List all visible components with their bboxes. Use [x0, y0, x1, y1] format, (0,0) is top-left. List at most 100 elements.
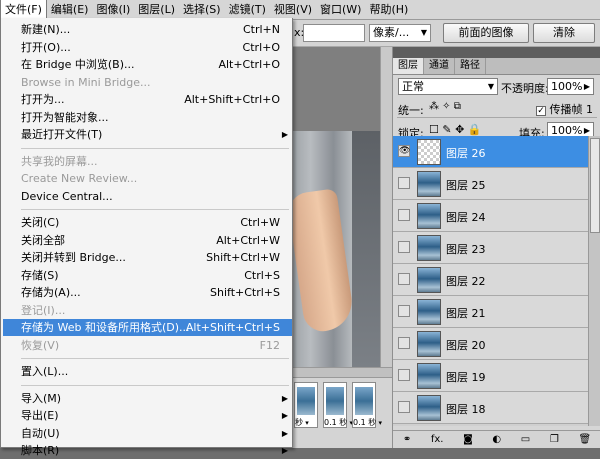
layer-name[interactable]: 图层 26 — [446, 145, 486, 161]
eye-icon[interactable] — [398, 241, 410, 253]
file-menu-item[interactable]: 关闭并转到 Bridge... Shift+Ctrl+W — [3, 249, 292, 266]
animation-frame[interactable]: 0.1 秒 — [352, 382, 376, 428]
layer-thumbnail — [417, 267, 441, 293]
canvas-scrollbar[interactable] — [380, 47, 392, 367]
layer-name[interactable]: 图层 25 — [446, 177, 486, 193]
layer-name[interactable]: 图层 18 — [446, 401, 486, 417]
menu-0[interactable]: 文件(F) — [0, 0, 47, 20]
file-menu-item[interactable]: Device Central... — [3, 188, 292, 205]
trash-icon[interactable]: 🗑 — [578, 434, 591, 445]
frame-delay[interactable]: 0.1 秒 — [353, 417, 382, 428]
layer-name[interactable]: 图层 23 — [446, 241, 486, 257]
clear-button[interactable]: 清除 — [533, 23, 595, 43]
adjustment-icon[interactable]: ◐ — [492, 434, 501, 445]
lock-icons[interactable]: ☐ ✎ ✥ 🔒 — [429, 123, 481, 136]
canvas-photo — [292, 131, 384, 367]
file-menu-item[interactable]: 置入(L)... — [3, 363, 292, 380]
value-field[interactable] — [303, 24, 365, 42]
layer-name[interactable]: 图层 22 — [446, 273, 486, 289]
unit-select[interactable]: 像素/... ▼ — [369, 24, 431, 42]
file-menu-item[interactable]: 打开为智能对象... — [3, 109, 292, 126]
layer-row[interactable]: 图层 19 — [393, 360, 588, 392]
layer-name[interactable]: 图层 20 — [446, 337, 486, 353]
layer-list-scrollbar[interactable] — [588, 136, 600, 426]
layer-row[interactable]: 图层 24 — [393, 200, 588, 232]
layer-row[interactable]: 图层 21 — [393, 296, 588, 328]
chevron-right-icon: ▶ — [583, 82, 590, 91]
tab-layers[interactable]: 图层 — [393, 58, 424, 74]
layer-row[interactable]: 👁 图层 26 — [393, 136, 588, 168]
file-menu-item[interactable]: 关闭全部 Alt+Ctrl+W — [3, 232, 292, 249]
file-menu-item[interactable]: 打开(O)... Ctrl+O — [3, 39, 292, 56]
propagate-label: 传播帧 1 — [549, 103, 594, 116]
menu-item-label: Device Central... — [21, 189, 113, 203]
layer-row[interactable]: 图层 25 — [393, 168, 588, 200]
file-menu-item[interactable]: 在 Bridge 中浏览(B)... Alt+Ctrl+O — [3, 56, 292, 73]
menu-6[interactable]: 视图(V) — [270, 0, 316, 20]
layer-name[interactable]: 图层 21 — [446, 305, 486, 321]
new-layer-icon[interactable]: ❐ — [550, 434, 559, 445]
menu-7[interactable]: 窗口(W) — [316, 0, 365, 20]
document-canvas[interactable] — [292, 47, 392, 367]
menu-item-label: 最近打开文件(T) — [21, 128, 103, 141]
tab-paths[interactable]: 路径 — [455, 58, 486, 74]
menu-item-label: 打开(O)... — [21, 40, 71, 54]
front-image-button[interactable]: 前面的图像 — [443, 23, 529, 43]
animation-frame[interactable]: 0.1 秒 — [323, 382, 347, 428]
menu-5[interactable]: 滤镜(T) — [225, 0, 270, 20]
file-menu-item: Browse in Mini Bridge... — [3, 74, 292, 91]
eye-icon[interactable] — [398, 305, 410, 317]
menu-2[interactable]: 图像(I) — [92, 0, 134, 20]
frame-delay[interactable]: 秒 — [295, 417, 309, 428]
menu-item-label: 在 Bridge 中浏览(B)... — [21, 58, 135, 71]
layer-row[interactable]: 图层 22 — [393, 264, 588, 296]
file-menu-item[interactable]: 脚本(R) ▶ — [3, 442, 292, 459]
file-menu-item[interactable]: 自动(U) ▶ — [3, 425, 292, 442]
group-icon[interactable]: ▭ — [521, 434, 530, 445]
chevron-down-icon: ▼ — [487, 82, 494, 91]
file-menu-item[interactable]: 存储为(A)... Shift+Ctrl+S — [3, 284, 292, 301]
propagate-checkbox[interactable]: ✓ 传播帧 1 — [536, 101, 593, 117]
menu-item-shortcut: Alt+Ctrl+O — [218, 58, 280, 71]
layer-name[interactable]: 图层 24 — [446, 209, 486, 225]
unify-icons[interactable]: ⁂ ✧ ⧉ — [429, 101, 461, 112]
layer-thumbnail — [417, 203, 441, 229]
file-menu-item[interactable]: 导出(E) ▶ — [3, 407, 292, 424]
blend-mode-select[interactable]: 正常 ▼ — [398, 78, 498, 95]
layer-thumbnail — [417, 395, 441, 421]
file-menu-item[interactable]: 存储为 Web 和设备所用格式(D)... Alt+Shift+Ctrl+S — [3, 319, 292, 336]
opacity-field[interactable]: 100% ▶ — [547, 78, 594, 95]
menu-item-label: 共享我的屏幕... — [21, 154, 98, 168]
fx-icon[interactable]: fx. — [431, 434, 444, 445]
link-icon[interactable]: ⚭ — [403, 434, 411, 445]
animation-frame[interactable]: 秒 — [294, 382, 318, 428]
file-menu-item[interactable]: 存储(S) Ctrl+S — [3, 267, 292, 284]
eye-icon[interactable] — [398, 177, 410, 189]
file-menu-item[interactable]: 最近打开文件(T) ▶ — [3, 126, 292, 143]
eye-icon[interactable] — [398, 209, 410, 221]
layer-row[interactable]: 图层 23 — [393, 232, 588, 264]
layer-row[interactable]: 图层 20 — [393, 328, 588, 360]
eye-icon[interactable]: 👁 — [398, 145, 410, 157]
layer-name[interactable]: 图层 19 — [446, 369, 486, 385]
menu-8[interactable]: 帮助(H) — [365, 0, 412, 20]
menu-3[interactable]: 图层(L) — [134, 0, 179, 20]
frame-delay[interactable]: 0.1 秒 — [324, 417, 353, 428]
eye-icon[interactable] — [398, 401, 410, 413]
file-menu-item[interactable]: 关闭(C) Ctrl+W — [3, 214, 292, 231]
menu-1[interactable]: 编辑(E) — [47, 0, 93, 20]
file-menu-item[interactable]: 新建(N)... Ctrl+N — [3, 21, 292, 38]
photo-subject — [292, 188, 356, 334]
menu-bar: 文件(F) 编辑(E) 图像(I) 图层(L) 选择(S) 滤镜(T) 视图(V) 窗口(W)… — [0, 0, 600, 20]
layer-row[interactable]: 图层 18 — [393, 392, 588, 424]
scrollbar-thumb[interactable] — [590, 138, 600, 233]
eye-icon[interactable] — [398, 273, 410, 285]
file-menu-item[interactable]: 导入(M) ▶ — [3, 390, 292, 407]
mask-icon[interactable]: ◙ — [463, 434, 473, 445]
layer-thumbnail — [417, 171, 441, 197]
tab-channels[interactable]: 通道 — [424, 58, 455, 74]
eye-icon[interactable] — [398, 369, 410, 381]
file-menu-item[interactable]: 打开为... Alt+Shift+Ctrl+O — [3, 91, 292, 108]
menu-4[interactable]: 选择(S) — [179, 0, 225, 20]
eye-icon[interactable] — [398, 337, 410, 349]
